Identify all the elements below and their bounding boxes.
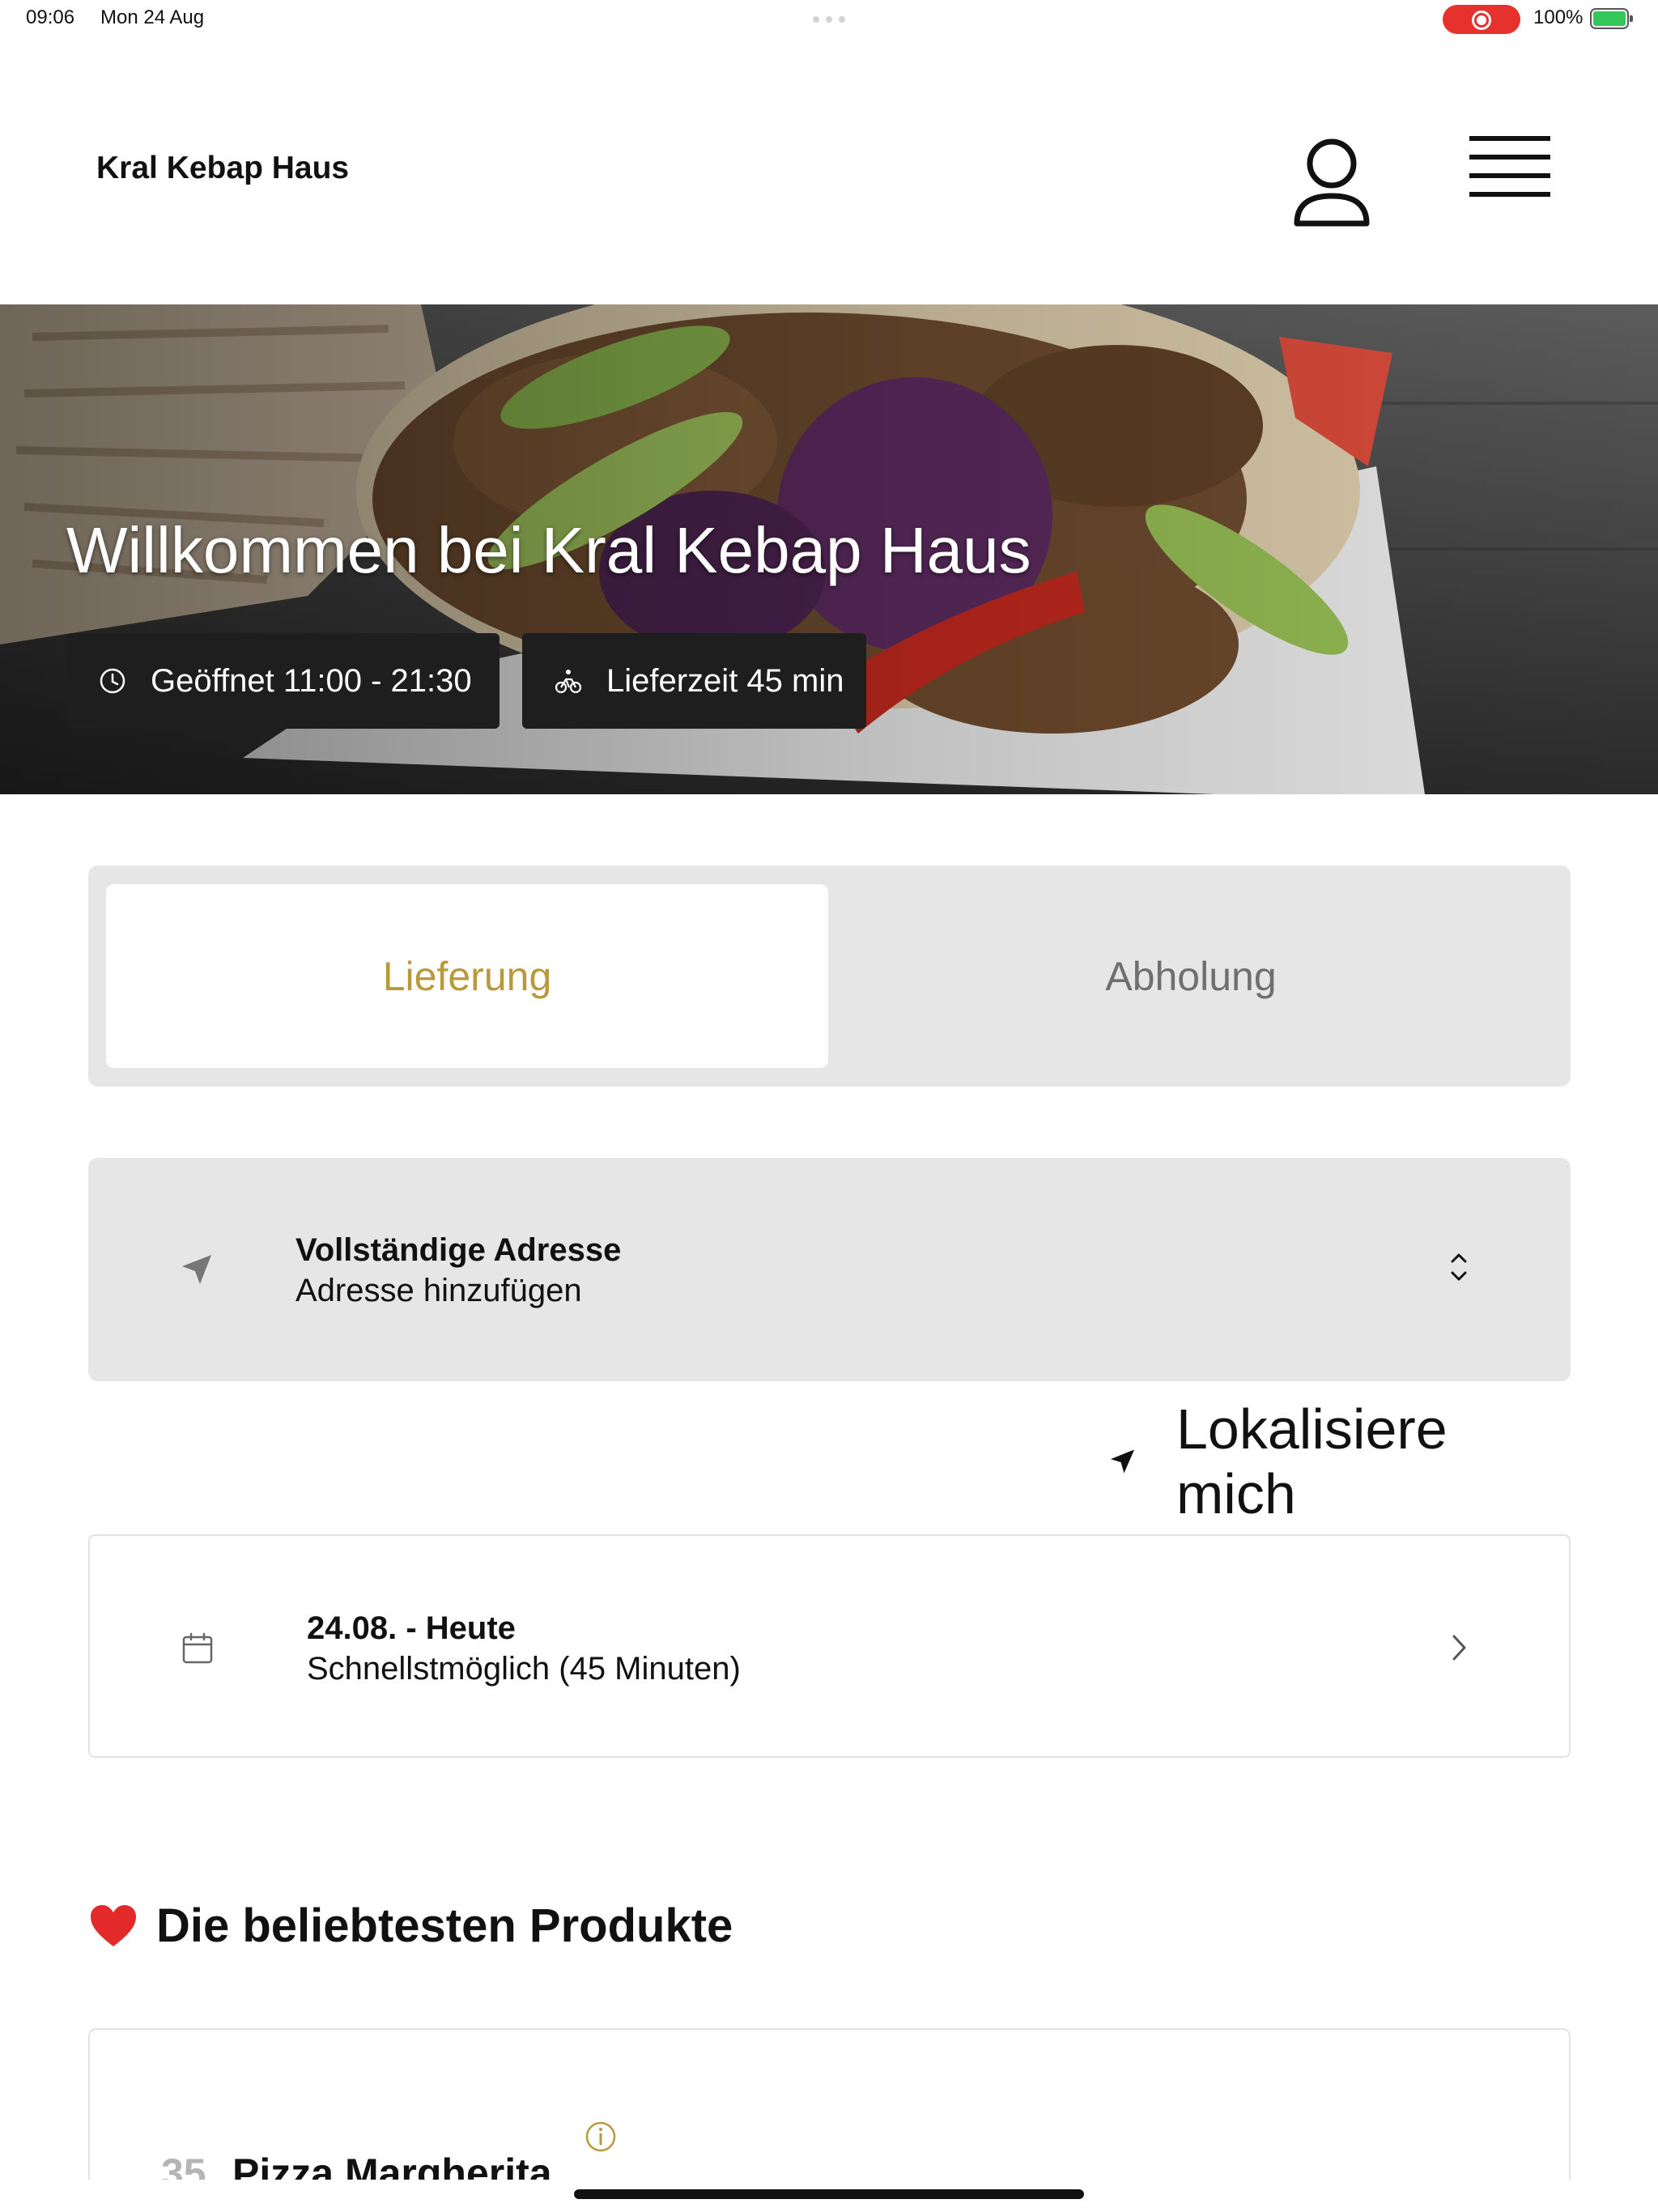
status-time: 09:06 [26, 6, 75, 28]
user-icon [1294, 138, 1370, 227]
address-selector[interactable]: Vollständige Adresse Adresse hinzufügen [88, 1158, 1571, 1381]
brand-title[interactable]: Kral Kebap Haus [96, 151, 349, 186]
chevron-right-icon [1452, 1635, 1466, 1661]
address-label: Vollständige Adresse [295, 1232, 622, 1268]
battery-icon [1590, 8, 1633, 29]
location-arrow-icon [1110, 1449, 1135, 1474]
locate-me-label: Lokalisiere mich [1176, 1397, 1448, 1525]
menu-button[interactable] [1457, 128, 1562, 209]
info-icon[interactable] [585, 2121, 617, 2153]
menu-icon [1469, 136, 1550, 197]
status-bar: 09:06 Mon 24 Aug 100% [0, 0, 1658, 39]
address-value: Adresse hinzufügen [295, 1273, 582, 1308]
bike-icon [555, 670, 582, 694]
battery-percentage: 100% [1533, 6, 1584, 28]
calendar-icon [182, 1632, 213, 1664]
opening-hours-text: Geöffnet 11:00 - 21:30 [151, 662, 472, 699]
tab-lieferung[interactable]: Lieferung [106, 884, 828, 1068]
user-account-button[interactable] [1287, 128, 1376, 233]
delivery-time-text: Lieferzeit 45 min [606, 662, 844, 699]
screen-recording-icon[interactable] [1443, 5, 1520, 34]
heart-icon [91, 1904, 136, 1946]
popular-products-heading: Die beliebtesten Produkte [88, 1899, 733, 1953]
schedule-time-value: Schnellstmöglich (45 Minuten) [307, 1651, 741, 1687]
locate-me-button[interactable]: Lokalisiere mich [1109, 1397, 1571, 1525]
home-indicator[interactable] [574, 2189, 1084, 2199]
opening-hours-badge: Geöffnet 11:00 - 21:30 [66, 633, 500, 729]
welcome-title: Willkommen bei Kral Kebap Haus [66, 514, 1031, 586]
delivery-time-selector[interactable]: 24.08. - Heute Schnellstmöglich (45 Minu… [88, 1534, 1571, 1758]
popular-products-title: Die beliebtesten Produkte [156, 1899, 733, 1952]
app-header: Kral Kebap Haus [0, 39, 1658, 304]
navigation-arrow-icon [182, 1255, 211, 1284]
status-date: Mon 24 Aug [100, 6, 205, 28]
chevron-up-down-icon [1451, 1253, 1467, 1281]
order-mode-toggle: Lieferung Abholung [88, 866, 1571, 1087]
delivery-time-badge: Lieferzeit 45 min [522, 633, 866, 729]
schedule-date-label: 24.08. - Heute [307, 1610, 516, 1646]
multitasking-dots[interactable] [813, 16, 845, 23]
clock-icon [100, 668, 125, 694]
hero-banner: Willkommen bei Kral Kebap Haus Geöffnet … [0, 304, 1658, 794]
tab-abholung[interactable]: Abholung [830, 884, 1552, 1068]
